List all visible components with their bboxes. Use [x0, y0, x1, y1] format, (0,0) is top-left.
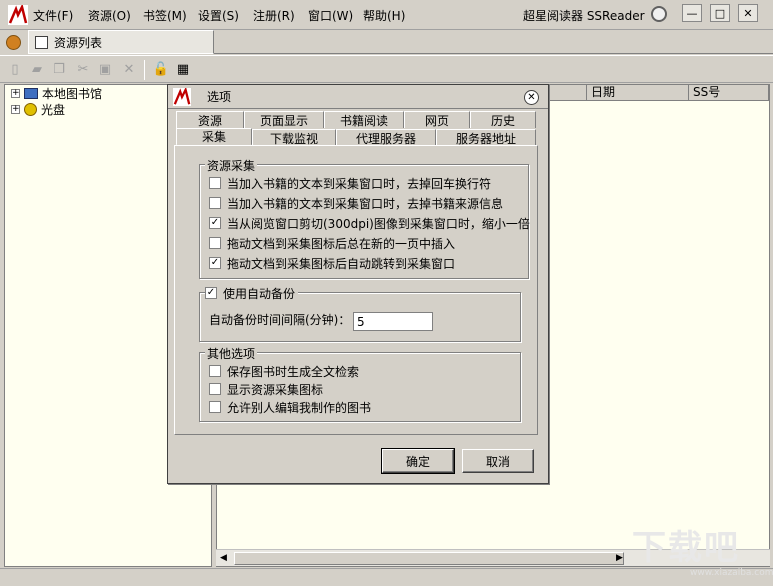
menu-window[interactable]: 窗口(W) — [308, 7, 353, 24]
menu-bar: 文件(F) 资源(O) 书签(M) 设置(S) 注册(R) 窗口(W) 帮助(H… — [0, 0, 773, 30]
backup-interval-input[interactable] — [353, 312, 433, 331]
scrollbar-thumb[interactable] — [234, 552, 624, 565]
option-remove-line-breaks[interactable]: 当加入书籍的文本到采集窗口时，去掉回车换行符 — [209, 174, 491, 192]
close-window-button[interactable]: ✕ — [738, 4, 758, 22]
app-logo-icon — [8, 5, 28, 25]
lock-icon[interactable]: 🔓 — [152, 60, 170, 78]
new-icon[interactable]: ▯ — [6, 60, 24, 78]
group-title-resource-collect: 资源采集 — [205, 157, 258, 174]
option-insert-new-page[interactable]: 拖动文档到采集图标后总在新的一页中插入 — [209, 234, 455, 252]
option-label: 允许别人编辑我制作的图书 — [227, 400, 372, 415]
menu-register[interactable]: 注册(R) — [253, 7, 295, 24]
tab-collect[interactable]: 采集 — [176, 128, 252, 146]
option-label: 当加入书籍的文本到采集窗口时，去掉回车换行符 — [227, 176, 492, 191]
computer-icon — [24, 87, 38, 99]
app-title: 超星阅读器 SSReader — [523, 9, 645, 23]
tree-item-label: 光盘 — [41, 102, 66, 117]
tab-download-monitor[interactable]: 下载监视 — [252, 129, 336, 146]
option-label: 拖动文档到采集图标后自动跳转到采集窗口 — [227, 256, 456, 271]
view-mode-icon[interactable]: ▦ — [174, 60, 192, 78]
checkbox-checked[interactable]: ✓ — [205, 287, 217, 299]
watermark: 下载吧 — [632, 528, 740, 568]
tab-panel: 资源采集 当加入书籍的文本到采集窗口时，去掉回车换行符 当加入书籍的文本到采集窗… — [174, 145, 538, 435]
group-title-auto-backup: 使用自动备份 — [223, 286, 296, 301]
divider — [214, 53, 773, 54]
option-use-auto-backup[interactable]: ✓ 使用自动备份 — [205, 284, 299, 302]
tree-item-disc[interactable]: + 光盘 — [11, 101, 65, 117]
close-icon[interactable]: ✕ — [524, 90, 539, 105]
copy-icon[interactable]: ❐ — [50, 60, 68, 78]
option-label: 当从阅览窗口剪切(300dpi)图像到采集窗口时，缩小一倍 — [227, 216, 530, 231]
delete-icon[interactable]: ✕ — [120, 60, 138, 78]
tab-resource[interactable]: 资源 — [176, 111, 244, 128]
paste-icon[interactable]: ▣ — [96, 60, 114, 78]
column-header-date[interactable]: 日期 — [587, 85, 689, 101]
dialog-title-bar[interactable]: 选项 — [168, 85, 548, 109]
checkbox-checked[interactable]: ✓ — [209, 217, 221, 229]
tab-resource-list-label: 资源列表 — [54, 35, 103, 50]
clock-icon[interactable] — [6, 35, 21, 50]
disc-icon — [24, 102, 37, 116]
circle-icon[interactable] — [651, 6, 667, 22]
menu-bookmark[interactable]: 书签(M) — [143, 7, 187, 24]
menu-file[interactable]: 文件(F) — [33, 7, 73, 24]
scroll-right-icon[interactable]: ▶ — [616, 553, 623, 563]
tab-server-address[interactable]: 服务器地址 — [436, 129, 536, 146]
maximize-button[interactable]: □ — [710, 4, 730, 22]
tab-history[interactable]: 历史 — [470, 111, 536, 128]
expand-icon[interactable]: + — [11, 104, 20, 114]
option-label: 当加入书籍的文本到采集窗口时，去掉书籍来源信息 — [227, 196, 504, 211]
interval-label: 自动备份时间间隔(分钟)： — [209, 313, 351, 327]
option-label: 显示资源采集图标 — [227, 382, 324, 397]
tab-book-reading[interactable]: 书籍阅读 — [324, 111, 404, 128]
option-allow-edit[interactable]: 允许别人编辑我制作的图书 — [209, 398, 371, 416]
toolbar-separator — [144, 60, 145, 80]
cut-icon[interactable]: ✂ — [74, 60, 92, 78]
checkbox[interactable] — [209, 237, 221, 249]
cancel-button[interactable]: 取消 — [462, 449, 534, 473]
status-bar — [0, 568, 773, 586]
option-auto-jump[interactable]: ✓ 拖动文档到采集图标后自动跳转到采集窗口 — [209, 254, 455, 272]
dialog-title: 选项 — [207, 90, 232, 104]
checkbox[interactable] — [209, 401, 221, 413]
tab-resource-list[interactable]: 资源列表 — [28, 30, 214, 54]
tab-page-display[interactable]: 页面显示 — [244, 111, 324, 128]
ok-button[interactable]: 确定 — [381, 448, 455, 474]
tree-item-local-library[interactable]: + 本地图书馆 — [11, 85, 102, 101]
checkbox-checked[interactable]: ✓ — [209, 257, 221, 269]
option-shrink-image[interactable]: ✓ 当从阅览窗口剪切(300dpi)图像到采集窗口时，缩小一倍 — [209, 214, 530, 232]
options-dialog: 选项 ✕ 资源 页面显示 书籍阅读 网页 历史 采集 下载监视 代理服务器 服务… — [167, 84, 549, 484]
new-folder-icon[interactable]: ▰ — [28, 60, 46, 78]
watermark-url: www.xiazaiba.com — [690, 568, 773, 578]
column-header-ss-number[interactable]: SS号 — [689, 85, 769, 101]
option-label: 保存图书时生成全文检索 — [227, 364, 360, 379]
menu-help[interactable]: 帮助(H) — [363, 7, 405, 24]
minimize-button[interactable]: — — [682, 4, 702, 22]
tree-item-label: 本地图书馆 — [42, 86, 103, 101]
list-icon — [35, 35, 48, 49]
checkbox[interactable] — [209, 365, 221, 377]
option-fulltext-index[interactable]: 保存图书时生成全文检索 — [209, 362, 359, 380]
option-remove-source-info[interactable]: 当加入书籍的文本到采集窗口时，去掉书籍来源信息 — [209, 194, 503, 212]
tab-proxy-server[interactable]: 代理服务器 — [336, 129, 436, 146]
menu-resource[interactable]: 资源(O) — [88, 7, 131, 24]
scroll-left-icon[interactable]: ◀ — [220, 553, 227, 563]
group-title-other-options: 其他选项 — [205, 345, 258, 362]
menu-settings[interactable]: 设置(S) — [198, 7, 239, 24]
checkbox[interactable] — [209, 197, 221, 209]
tab-webpage[interactable]: 网页 — [404, 111, 470, 128]
app-logo-icon — [173, 87, 191, 106]
checkbox[interactable] — [209, 177, 221, 189]
toolbar: ▯ ▰ ❐ ✂ ▣ ✕ 🔓 ▦ — [0, 55, 773, 83]
option-label: 拖动文档到采集图标后总在新的一页中插入 — [227, 236, 456, 251]
option-show-collect-icon[interactable]: 显示资源采集图标 — [209, 380, 323, 398]
checkbox[interactable] — [209, 383, 221, 395]
expand-icon[interactable]: + — [11, 88, 20, 98]
